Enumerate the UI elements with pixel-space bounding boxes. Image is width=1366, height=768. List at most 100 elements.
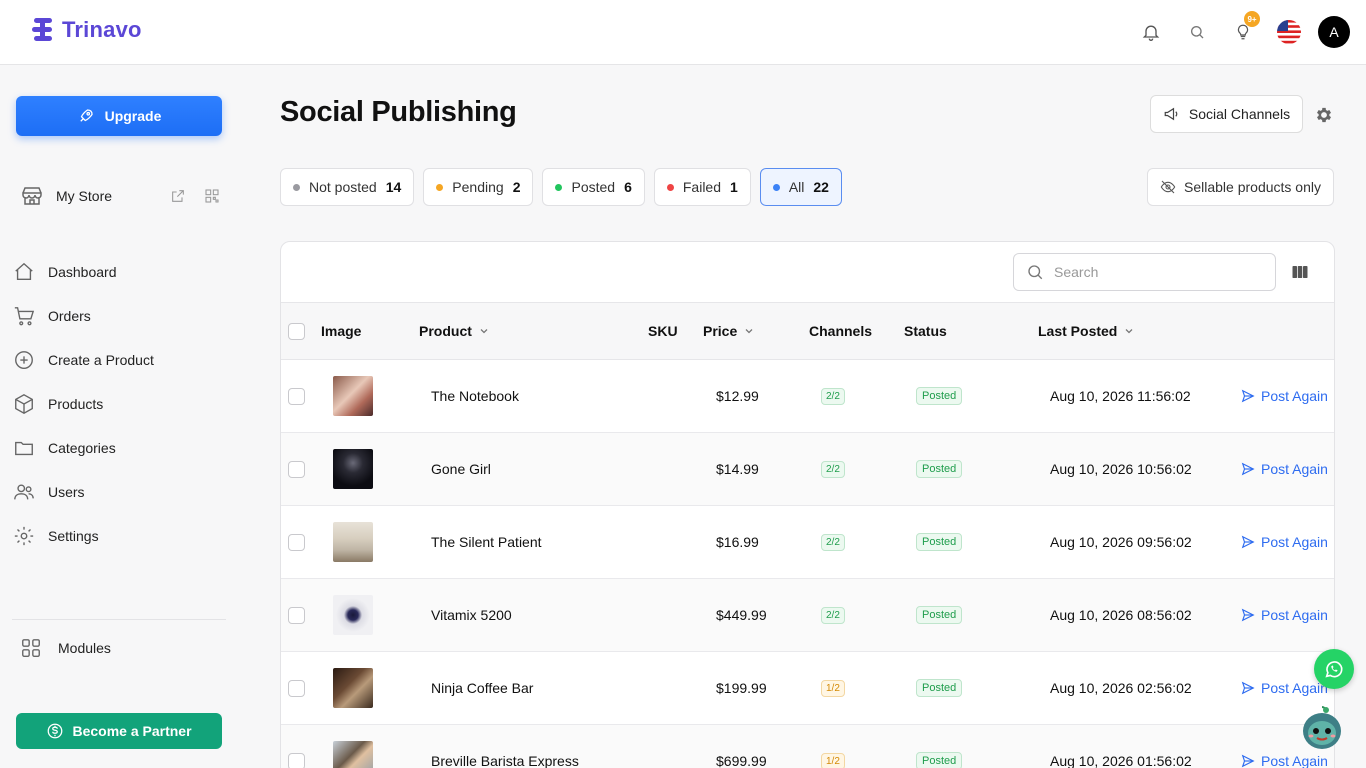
col-price[interactable]: Price: [703, 323, 755, 339]
box-icon: [15, 394, 33, 414]
lightbulb-icon[interactable]: 9+: [1226, 11, 1260, 49]
filter-count: 2: [512, 179, 521, 195]
channels-badge: 1/2: [821, 752, 845, 768]
product-thumbnail: [333, 360, 373, 432]
send-icon: [1241, 754, 1255, 768]
status-dot: [772, 183, 780, 191]
become-partner-button[interactable]: Become a Partner: [16, 713, 222, 749]
upgrade-label: Upgrade: [104, 108, 162, 124]
sidebar-item-create-product[interactable]: Create a Product: [12, 338, 222, 382]
row-checkbox[interactable]: [288, 725, 305, 768]
external-link-icon[interactable]: [170, 188, 186, 204]
sidebar-divider: [12, 619, 226, 620]
product-name[interactable]: Vitamix 5200: [431, 579, 512, 651]
filter-not-posted[interactable]: Not posted 14: [280, 168, 415, 206]
filter-failed[interactable]: Failed 1: [653, 168, 751, 206]
filter-count: 1: [730, 179, 738, 195]
chevron-down-icon: [480, 329, 488, 334]
post-again-button[interactable]: Post Again: [1241, 433, 1328, 505]
sidebar-item-label: Users: [48, 484, 85, 500]
filter-count: 6: [624, 179, 632, 195]
col-last-posted[interactable]: Last Posted: [1038, 323, 1135, 339]
settings-gear-icon[interactable]: [1312, 103, 1336, 127]
col-sku: SKU: [648, 323, 678, 339]
row-checkbox[interactable]: [288, 579, 305, 651]
my-store-link[interactable]: My Store: [20, 183, 220, 209]
product-price: $12.99: [716, 388, 759, 404]
product-name[interactable]: The Silent Patient: [431, 506, 542, 578]
social-channels-button[interactable]: Social Channels: [1150, 95, 1303, 133]
sidebar-item-products[interactable]: Products: [12, 382, 222, 426]
filter-pending[interactable]: Pending 2: [423, 168, 534, 206]
post-again-button[interactable]: Post Again: [1241, 506, 1328, 578]
chevron-down-icon: [1125, 329, 1133, 334]
channels-badge: 2/2: [821, 460, 845, 478]
sidebar-item-dashboard[interactable]: Dashboard: [12, 250, 222, 294]
whatsapp-chat-button[interactable]: [1314, 649, 1354, 689]
sidebar-item-categories[interactable]: Categories: [12, 426, 222, 470]
table-row: Gone Girl $14.99 2/2 Posted Aug 10, 2026…: [281, 433, 1334, 506]
product-price: $699.99: [716, 753, 767, 768]
search-icon[interactable]: [1180, 15, 1214, 49]
app-logo[interactable]: Trinavo: [32, 17, 142, 43]
search-box[interactable]: [1013, 253, 1276, 291]
search-icon: [1028, 265, 1043, 280]
sidebar-item-settings[interactable]: Settings: [12, 514, 222, 558]
last-posted-date: Aug 10, 2026 11:56:02: [1050, 388, 1191, 404]
columns-toggle-icon[interactable]: [1291, 263, 1309, 286]
qr-code-icon[interactable]: [204, 188, 220, 204]
status-badge: Posted: [916, 679, 963, 697]
status-badge: Posted: [916, 460, 963, 478]
filter-all[interactable]: All 22: [759, 168, 842, 206]
row-checkbox[interactable]: [288, 652, 305, 724]
dollar-circle-icon: [48, 723, 63, 739]
row-checkbox[interactable]: [288, 360, 305, 432]
status-dot: [555, 183, 563, 191]
page-title: Social Publishing: [280, 96, 517, 128]
channels-badge: 1/2: [821, 679, 845, 697]
app-name: Trinavo: [62, 17, 142, 42]
col-image: Image: [321, 323, 362, 339]
filter-count: 14: [385, 179, 402, 195]
search-input[interactable]: [1054, 264, 1254, 280]
channels-badge: 2/2: [821, 387, 845, 405]
sidebar-item-label: Orders: [48, 308, 91, 324]
col-product[interactable]: Product: [419, 323, 490, 339]
sidebar-item-orders[interactable]: Orders: [12, 294, 222, 338]
row-checkbox[interactable]: [288, 506, 305, 578]
last-posted-date: Aug 10, 2026 02:56:02: [1050, 680, 1192, 696]
product-thumbnail: [333, 652, 373, 724]
filter-label: Failed: [682, 179, 722, 195]
us-flag-icon[interactable]: [1272, 15, 1306, 49]
filter-label: Posted: [571, 179, 616, 195]
user-avatar[interactable]: A: [1318, 16, 1350, 48]
sidebar-item-label: Settings: [48, 528, 99, 544]
product-name[interactable]: Breville Barista Express: [431, 725, 579, 768]
select-all-checkbox[interactable]: [288, 323, 305, 340]
table-row: Vitamix 5200 $449.99 2/2 Posted Aug 10, …: [281, 579, 1334, 652]
upgrade-button[interactable]: Upgrade: [16, 96, 222, 136]
notification-bell-icon[interactable]: [1134, 15, 1168, 49]
post-again-button[interactable]: Post Again: [1241, 360, 1328, 432]
col-channels: Channels: [809, 323, 873, 339]
product-thumbnail: [333, 579, 373, 651]
sidebar-item-label: Products: [48, 396, 104, 412]
row-checkbox[interactable]: [288, 433, 305, 505]
chatbot-assistant-button[interactable]: [1302, 705, 1342, 751]
product-name[interactable]: Gone Girl: [431, 433, 491, 505]
filter-posted[interactable]: Posted 6: [542, 168, 645, 206]
send-icon: [1241, 608, 1255, 622]
status-badge: Posted: [916, 752, 963, 768]
send-icon: [1241, 462, 1255, 476]
sellable-products-toggle[interactable]: Sellable products only: [1147, 168, 1334, 206]
sidebar-item-label: Create a Product: [48, 352, 154, 368]
product-name[interactable]: Ninja Coffee Bar: [431, 652, 533, 724]
sidebar-item-modules[interactable]: Modules: [20, 637, 111, 659]
table-row: The Silent Patient $16.99 2/2 Posted Aug…: [281, 506, 1334, 579]
sidebar-item-users[interactable]: Users: [12, 470, 222, 514]
grid-icon: [22, 639, 40, 657]
product-thumbnail: [333, 506, 373, 578]
post-again-button[interactable]: Post Again: [1241, 579, 1328, 651]
users-icon: [14, 484, 34, 500]
product-name[interactable]: The Notebook: [431, 360, 519, 432]
